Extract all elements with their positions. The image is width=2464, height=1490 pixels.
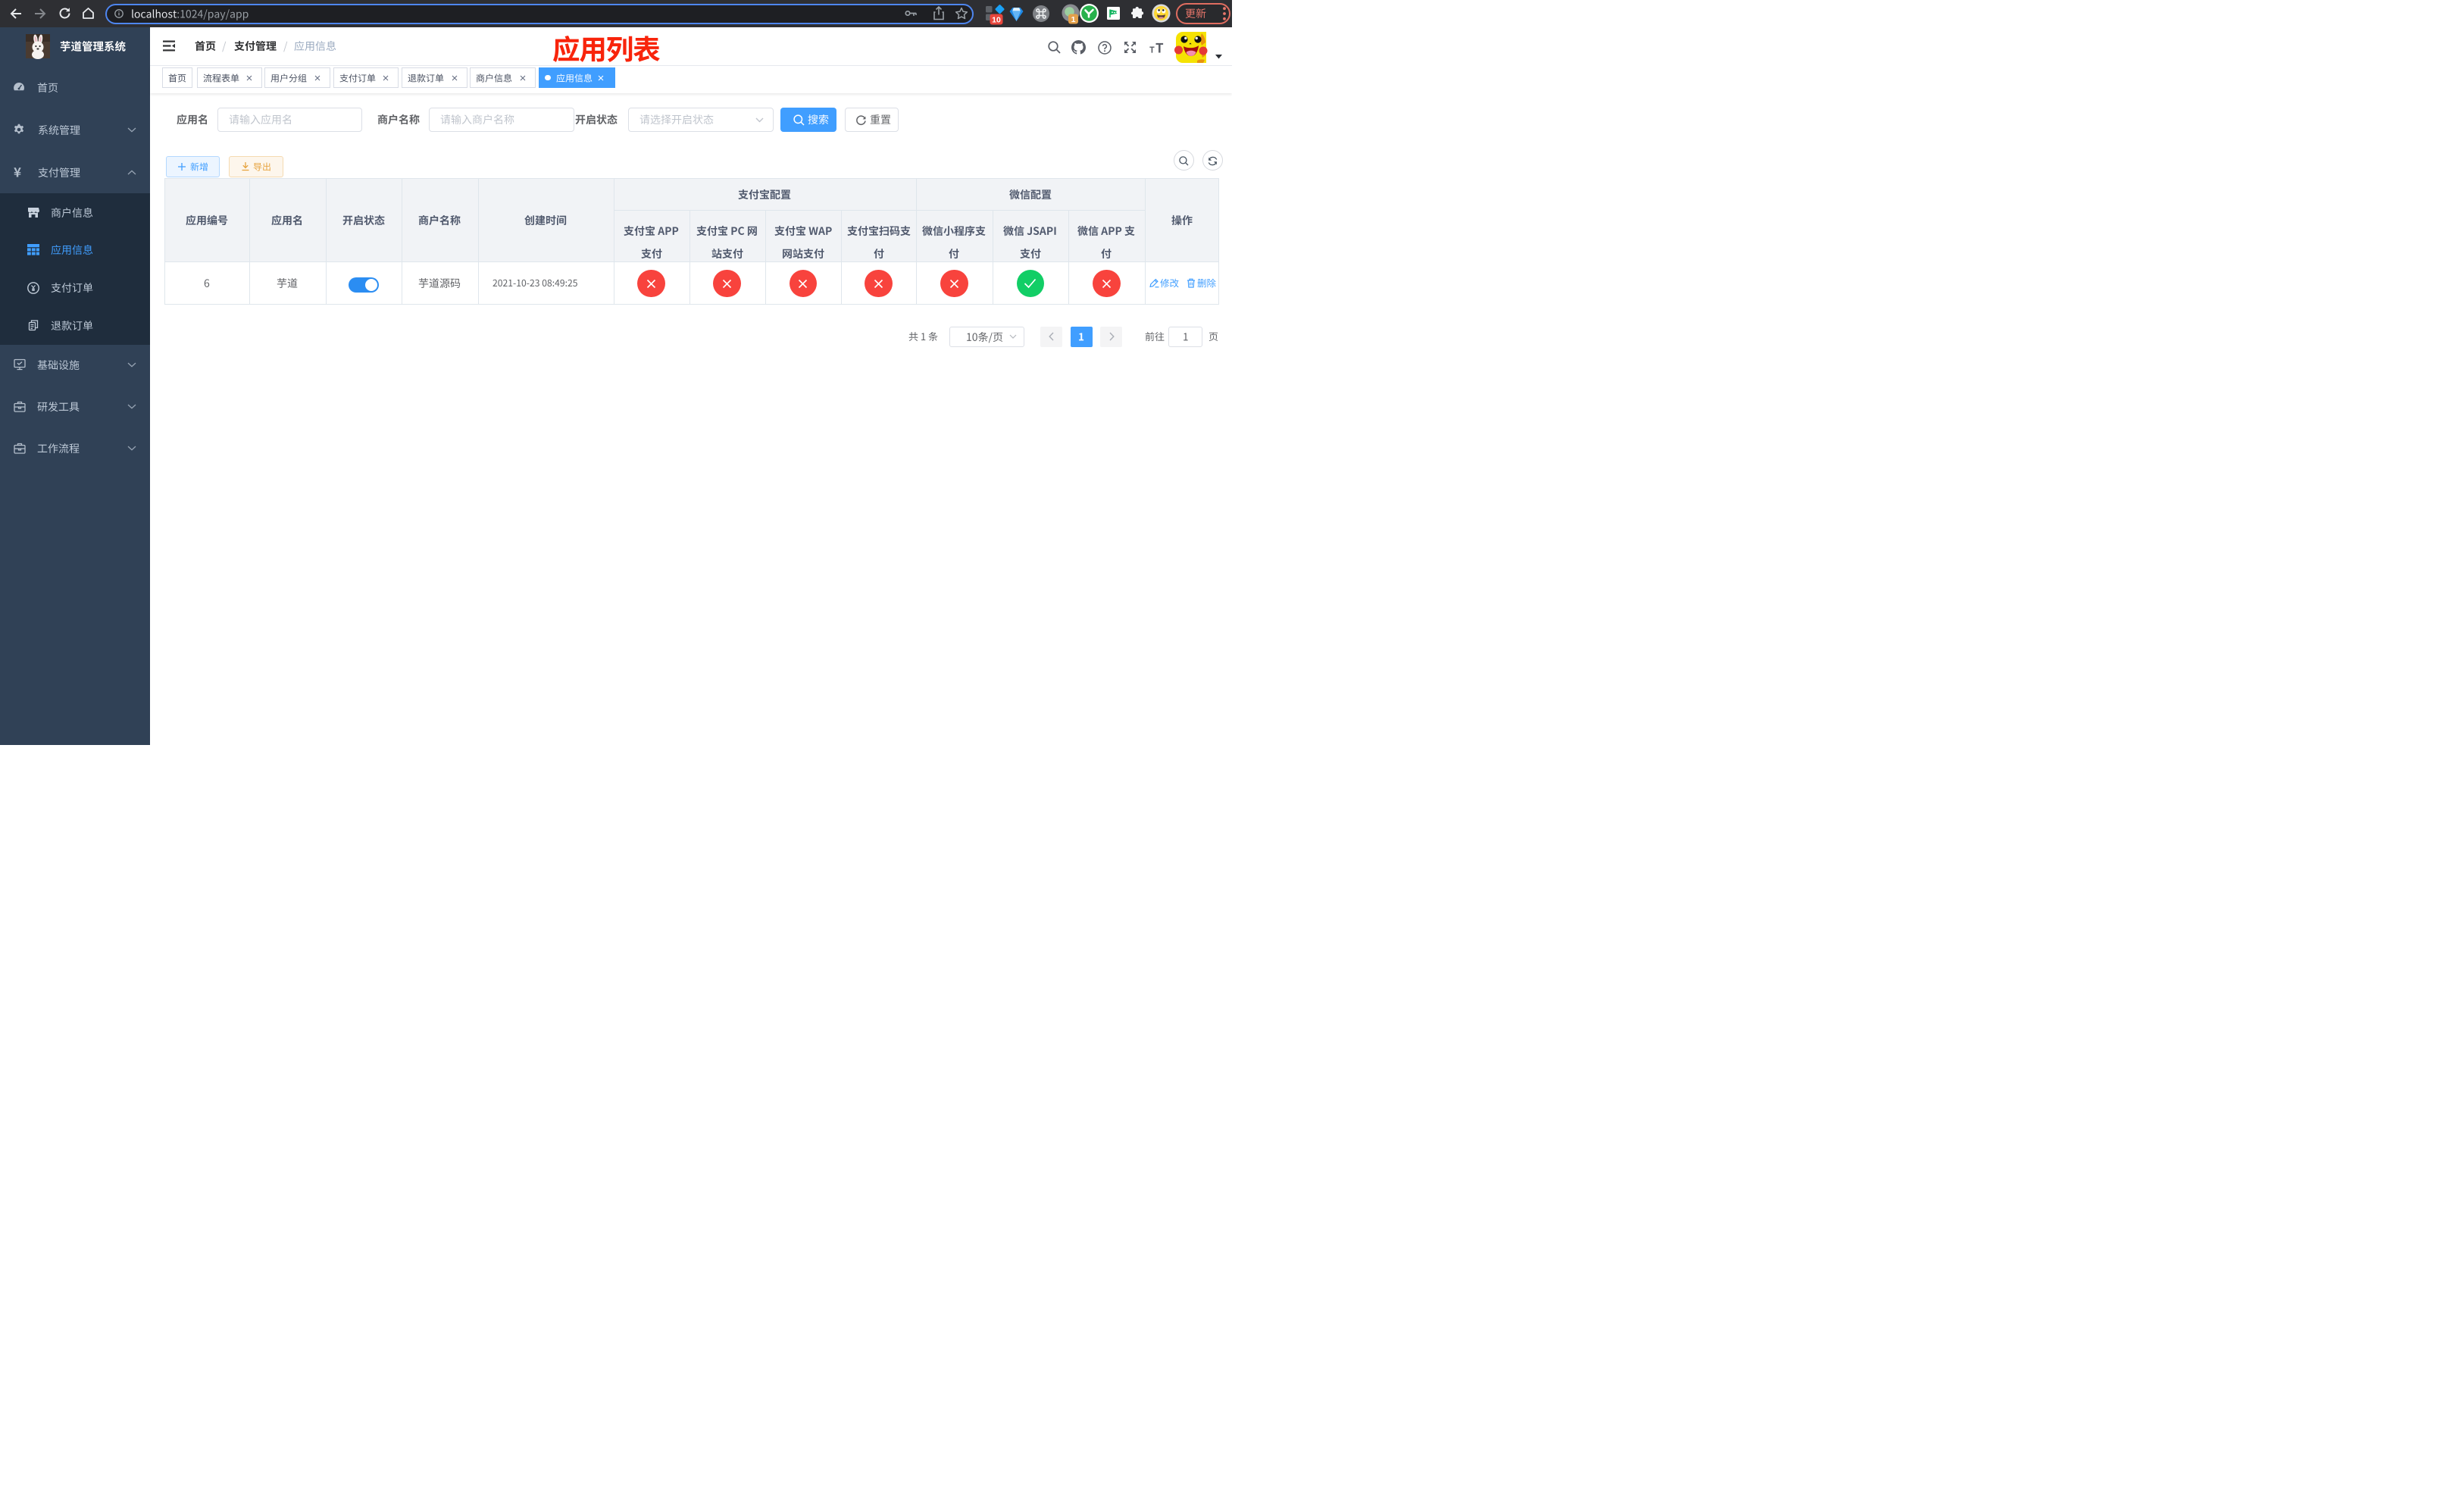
svg-text:1: 1 <box>1071 15 1076 24</box>
svg-text:10: 10 <box>992 16 1001 25</box>
